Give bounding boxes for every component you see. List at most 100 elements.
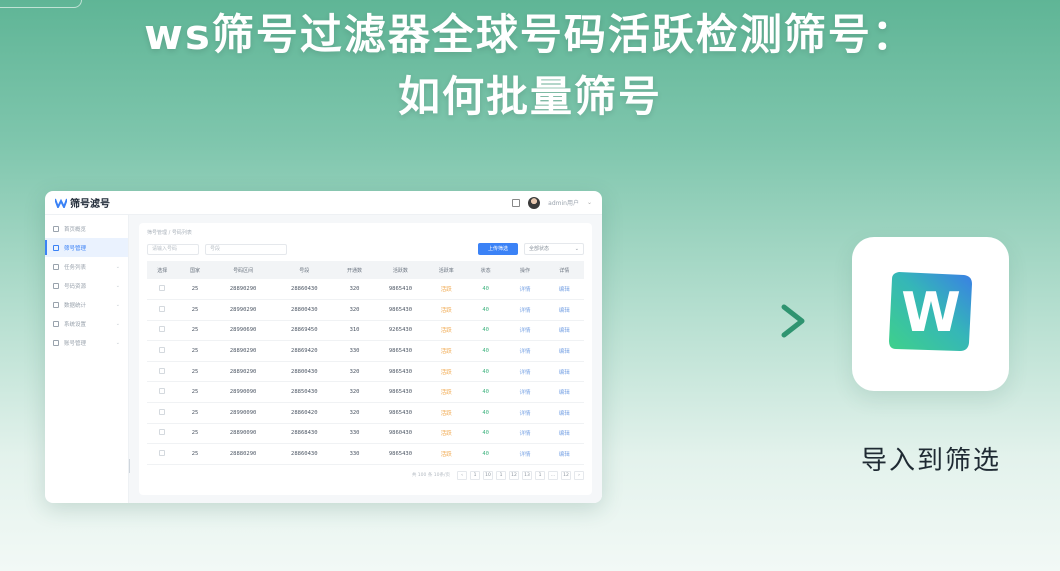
- table-row[interactable]: 25 28990690 28869450 310 9265430 活跃 40 详情 编辑: [147, 320, 584, 341]
- row-checkbox[interactable]: [159, 429, 166, 436]
- table-cell[interactable]: 详情: [505, 444, 544, 465]
- table-cell: 9865430: [388, 409, 413, 416]
- table-cell: 9865430: [388, 451, 413, 458]
- pagination-button[interactable]: 12: [509, 470, 519, 480]
- table-row[interactable]: 25 28880290 28860430 330 9865430 活跃 40 详情 编辑: [147, 444, 584, 465]
- row-checkbox[interactable]: [159, 326, 166, 333]
- header-right: admin用户 ⌄: [512, 196, 592, 209]
- sidebar-item-accounts[interactable]: 账号管理 ⌄: [45, 333, 128, 352]
- table-cell: 25: [191, 348, 199, 355]
- table-cell[interactable]: 详情: [505, 382, 544, 403]
- chevron-down-icon: ⌄: [115, 339, 120, 346]
- table-row[interactable]: 25 28890290 28860430 320 9865410 活跃 40 详情 编辑: [147, 279, 584, 300]
- pagination-button[interactable]: 1: [470, 470, 480, 480]
- row-checkbox-cell: [147, 361, 178, 382]
- pagination-button[interactable]: 13: [522, 470, 532, 480]
- row-checkbox[interactable]: [159, 450, 166, 457]
- table-cell[interactable]: 编辑: [545, 279, 584, 300]
- table-cell[interactable]: 编辑: [545, 341, 584, 362]
- table-row[interactable]: 25 28890290 28800430 320 9865430 活跃 40 详情 编辑: [147, 361, 584, 382]
- table-cell[interactable]: 编辑: [545, 403, 584, 424]
- gear-icon: [53, 320, 59, 327]
- table-cell[interactable]: 详情: [505, 403, 544, 424]
- table-cell[interactable]: 编辑: [545, 382, 584, 403]
- table-cell[interactable]: 编辑: [545, 423, 584, 444]
- fullscreen-icon[interactable]: [512, 198, 521, 207]
- table-row[interactable]: 25 28890090 28868430 330 9860430 活跃 40 详情 编辑: [147, 423, 584, 444]
- table-cell: 330: [349, 430, 360, 437]
- sidebar-item-stats[interactable]: 数据统计 ⌄: [45, 295, 128, 314]
- sidebar-item-home[interactable]: 首页概览: [45, 219, 128, 238]
- pagination-button[interactable]: 10: [483, 470, 493, 480]
- pagination-button[interactable]: ...: [548, 470, 558, 480]
- row-checkbox[interactable]: [159, 388, 166, 395]
- table-cell: 活跃: [440, 452, 452, 459]
- sidebar-item-filter[interactable]: 筛号管理: [45, 238, 128, 257]
- chevron-down-icon: ⌄: [115, 282, 120, 289]
- pagination-button[interactable]: ‹: [457, 470, 467, 480]
- table-cell: 9860430: [388, 430, 413, 437]
- phone-icon: [53, 282, 59, 289]
- table-row[interactable]: 25 28990290 28800430 320 9865430 活跃 40 详情 编辑: [147, 300, 584, 321]
- ws-app-icon-tile[interactable]: W: [852, 237, 1009, 391]
- pagination-button[interactable]: 1: [496, 470, 506, 480]
- user-name[interactable]: admin用户: [548, 198, 579, 207]
- table-cell: 25: [191, 306, 199, 313]
- pagination-button[interactable]: ›: [574, 470, 584, 480]
- table-cell[interactable]: 详情: [505, 279, 544, 300]
- row-checkbox[interactable]: [159, 305, 166, 312]
- number-search-input[interactable]: 请输入号码: [147, 243, 199, 255]
- table-cell: 28890290: [229, 348, 257, 355]
- row-checkbox-cell: [147, 341, 178, 362]
- table-cell: 28850430: [291, 389, 318, 396]
- avatar[interactable]: [528, 196, 541, 209]
- app-logo[interactable]: 筛号滤号: [55, 195, 110, 210]
- table-row[interactable]: 25 28990090 28860420 320 9865430 活跃 40 详情 编辑: [147, 403, 584, 424]
- table-cell: 25: [191, 327, 199, 334]
- table-cell: 28880290: [229, 451, 257, 458]
- table-cell[interactable]: 详情: [505, 341, 544, 362]
- logo-text: 筛号滤号: [70, 199, 110, 210]
- pagination-button[interactable]: 12: [561, 470, 571, 480]
- table-cell: 9265430: [388, 327, 413, 334]
- table-header-cell: 活跃率: [438, 267, 454, 274]
- table-cell[interactable]: 详情: [505, 361, 544, 382]
- table-cell: 28800430: [291, 306, 318, 313]
- table-cell: 320: [349, 389, 360, 396]
- table-cell: 40: [482, 451, 489, 458]
- table-cell[interactable]: 详情: [505, 423, 544, 444]
- status-select[interactable]: 全部状态 ⌄: [524, 243, 584, 255]
- table-row[interactable]: 25 28990090 28850430 320 9865430 活跃 40 详情 编辑: [147, 382, 584, 403]
- table-cell[interactable]: 详情: [505, 320, 544, 341]
- table-cell[interactable]: 编辑: [545, 320, 584, 341]
- sidebar-item-tasks[interactable]: 任务列表 ⌄: [45, 257, 128, 276]
- table-row[interactable]: 25 28890290 28869420 330 9865430 活跃 40 详情 编辑: [147, 341, 584, 362]
- row-checkbox-cell: [147, 403, 178, 424]
- home-icon: [53, 225, 59, 232]
- row-checkbox-cell: [147, 382, 178, 403]
- row-checkbox-cell: [147, 279, 178, 300]
- row-checkbox[interactable]: [159, 367, 166, 374]
- table-cell[interactable]: 编辑: [545, 444, 584, 465]
- table-cell[interactable]: 编辑: [545, 361, 584, 382]
- chevron-down-icon[interactable]: ⌄: [587, 199, 592, 206]
- table-cell: 28990690: [229, 327, 257, 334]
- upload-filter-button[interactable]: 上传筛选: [478, 243, 518, 255]
- sidebar-item-settings[interactable]: 系统设置 ⌄: [45, 314, 128, 333]
- table-cell: 9865430: [388, 348, 413, 355]
- table-cell: 40: [482, 286, 489, 293]
- table-cell: 活跃: [440, 287, 452, 294]
- table-header-cell: 选择: [157, 267, 168, 274]
- row-checkbox[interactable]: [159, 285, 166, 292]
- table-cell[interactable]: 详情: [505, 300, 544, 321]
- table-header-cell: 状态: [480, 267, 491, 274]
- pagination-button[interactable]: 1: [535, 470, 545, 480]
- table-cell: 330: [349, 451, 360, 458]
- sidebar-item-numbers[interactable]: 号码资源 ⌄: [45, 276, 128, 295]
- import-caption: 导入到筛选: [860, 446, 1001, 476]
- table-cell: 28990290: [229, 306, 257, 313]
- row-checkbox[interactable]: [159, 347, 166, 354]
- row-checkbox[interactable]: [159, 408, 166, 415]
- segment-input[interactable]: 号段: [205, 243, 287, 255]
- table-cell[interactable]: 编辑: [545, 300, 584, 321]
